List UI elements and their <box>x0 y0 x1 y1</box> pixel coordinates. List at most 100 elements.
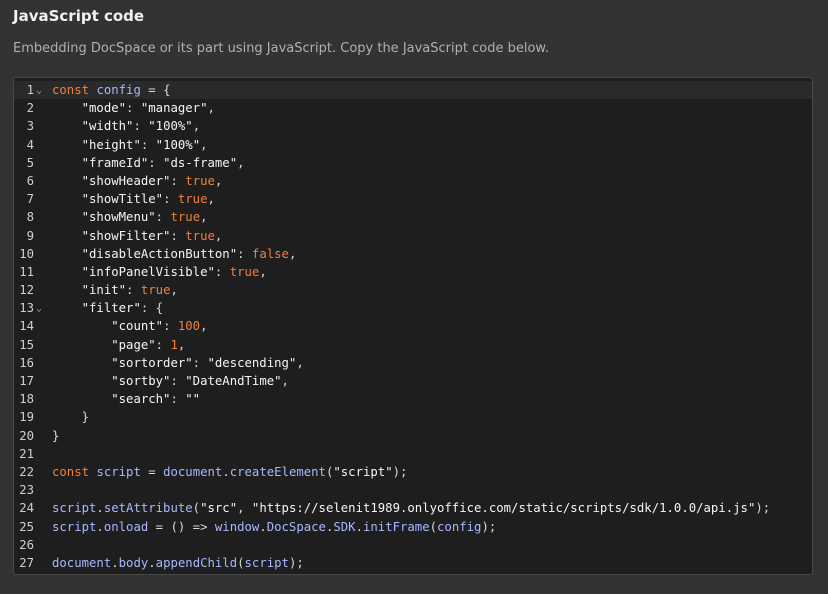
code-token: , <box>214 173 223 188</box>
code-line[interactable]: 19 } <box>14 408 812 426</box>
code-line[interactable]: 4 "height": "100%", <box>14 136 812 154</box>
code-token: : <box>237 246 252 261</box>
line-number: 20 <box>19 428 34 443</box>
code-text: "disableActionButton": false, <box>52 245 297 263</box>
code-token: "width" <box>81 119 134 134</box>
code-text: document.body.appendChild(script); <box>52 554 304 572</box>
code-token: setAttribute <box>103 501 193 516</box>
code-token: , <box>214 228 223 243</box>
line-number: 4 <box>26 137 34 152</box>
line-number: 3 <box>26 119 34 134</box>
code-line[interactable]: 22 const script = document.createElement(… <box>14 463 812 481</box>
code-token: . <box>96 501 104 516</box>
code-text: "sortorder": "descending", <box>52 354 304 372</box>
code-text: const config = { <box>52 81 170 99</box>
code-line[interactable]: 5 "frameId": "ds-frame", <box>14 154 812 172</box>
code-line[interactable]: 6 "showHeader": true, <box>14 172 812 190</box>
code-token: : <box>126 101 141 116</box>
code-line[interactable]: 20} <box>14 427 812 445</box>
code-token: true <box>229 264 260 279</box>
code-line[interactable]: 3 "width": "100%", <box>14 117 812 135</box>
code-token: , <box>200 210 208 225</box>
code-token: ( <box>192 501 201 516</box>
code-token: , <box>200 319 208 334</box>
line-number: 27 <box>19 555 34 570</box>
section-title: JavaScript code <box>13 7 145 25</box>
code-line[interactable]: 25 script.onload = () => window.DocSpace.… <box>14 518 812 536</box>
code-token: : <box>170 228 186 243</box>
code-token: appendChild <box>155 555 238 570</box>
line-number: 15 <box>19 337 34 352</box>
line-number: 5 <box>26 155 34 170</box>
code-line[interactable]: 18 "search": "" <box>14 390 812 408</box>
code-line[interactable]: 2 "mode": "manager", <box>14 99 812 117</box>
code-token: "filter" <box>81 301 141 316</box>
line-number: 17 <box>19 374 34 388</box>
code-text: "frameId": "ds-frame", <box>52 154 245 172</box>
code-line[interactable]: 12 "init": true, <box>14 281 812 299</box>
line-number: 22 <box>19 464 34 479</box>
code-token: . <box>111 555 119 570</box>
code-token: SDK <box>333 519 356 534</box>
code-line[interactable]: 13 ⌄ "filter": { <box>14 299 812 318</box>
code-token: . <box>96 519 104 534</box>
code-line[interactable]: 24 script.setAttribute("src", "https://se… <box>14 499 812 517</box>
code-token: , <box>170 283 178 298</box>
code-line[interactable]: 15 "page": 1, <box>14 336 812 354</box>
code-text: "showTitle": true, <box>52 190 215 208</box>
code-token: body <box>118 555 149 570</box>
code-token: = <box>140 464 164 479</box>
code-text: "mode": "manager", <box>52 99 215 117</box>
line-number: 10 <box>19 246 34 261</box>
code-token: ); <box>392 464 408 479</box>
code-token: false <box>251 246 289 261</box>
code-line[interactable]: 16 "sortorder": "descending", <box>14 354 812 372</box>
code-token: "100%" <box>148 119 193 134</box>
code-token: document <box>52 555 112 570</box>
code-token: true <box>185 228 215 243</box>
code-text: "count": 100, <box>52 317 208 335</box>
code-line[interactable]: 9 "showFilter": true, <box>14 227 812 245</box>
code-line[interactable]: 11 "infoPanelVisible": true, <box>14 263 812 281</box>
code-token: . <box>259 519 267 534</box>
code-line[interactable]: 10 "disableActionButton": false, <box>14 245 812 263</box>
code-token: document <box>163 464 223 479</box>
line-number: 11 <box>19 264 34 279</box>
code-text: script.setAttribute("src", "https://sele… <box>52 499 770 517</box>
code-token: "sortby" <box>111 374 171 388</box>
fold-chevron-icon[interactable]: ⌄ <box>36 300 46 318</box>
code-token: : { <box>140 301 164 316</box>
code-line[interactable]: 23 <box>14 481 812 499</box>
code-line[interactable]: 17 "sortby": "DateAndTime", <box>14 372 812 390</box>
code-token: : <box>126 283 141 298</box>
code-token: "showHeader" <box>81 173 171 188</box>
code-token: , <box>177 337 186 352</box>
code-token: "page" <box>111 337 156 352</box>
code-line[interactable]: 7 "showTitle": true, <box>14 190 812 208</box>
code-token: "" <box>185 392 201 407</box>
code-lines[interactable]: 1 ⌄ const config = {2 "mode": "manager", 3 … <box>14 81 812 572</box>
code-token: ); <box>755 501 771 516</box>
fold-chevron-icon[interactable]: ⌄ <box>36 82 46 100</box>
line-number: 26 <box>19 537 34 552</box>
code-editor[interactable]: 1 ⌄ const config = {2 "mode": "manager", 3 … <box>13 77 813 575</box>
code-token: : <box>170 374 186 388</box>
code-line[interactable]: 8 "showMenu": true, <box>14 208 812 226</box>
code-token: , <box>281 374 289 388</box>
code-line[interactable]: 26 <box>14 536 812 554</box>
code-token: : <box>155 210 171 225</box>
code-token: ); <box>481 519 497 534</box>
code-line[interactable]: 21 <box>14 445 812 463</box>
line-number: 14 <box>19 319 34 334</box>
code-token: : <box>214 264 230 279</box>
code-token: , <box>288 246 297 261</box>
code-line[interactable]: 14 "count": 100, <box>14 317 812 335</box>
code-token: . <box>148 555 156 570</box>
code-token: . <box>222 464 230 479</box>
code-line[interactable]: 27 document.body.appendChild(script); <box>14 554 812 572</box>
code-line[interactable]: 1 ⌄ const config = { <box>14 81 812 100</box>
code-token: createElement <box>229 464 326 479</box>
line-number: 9 <box>26 228 34 243</box>
